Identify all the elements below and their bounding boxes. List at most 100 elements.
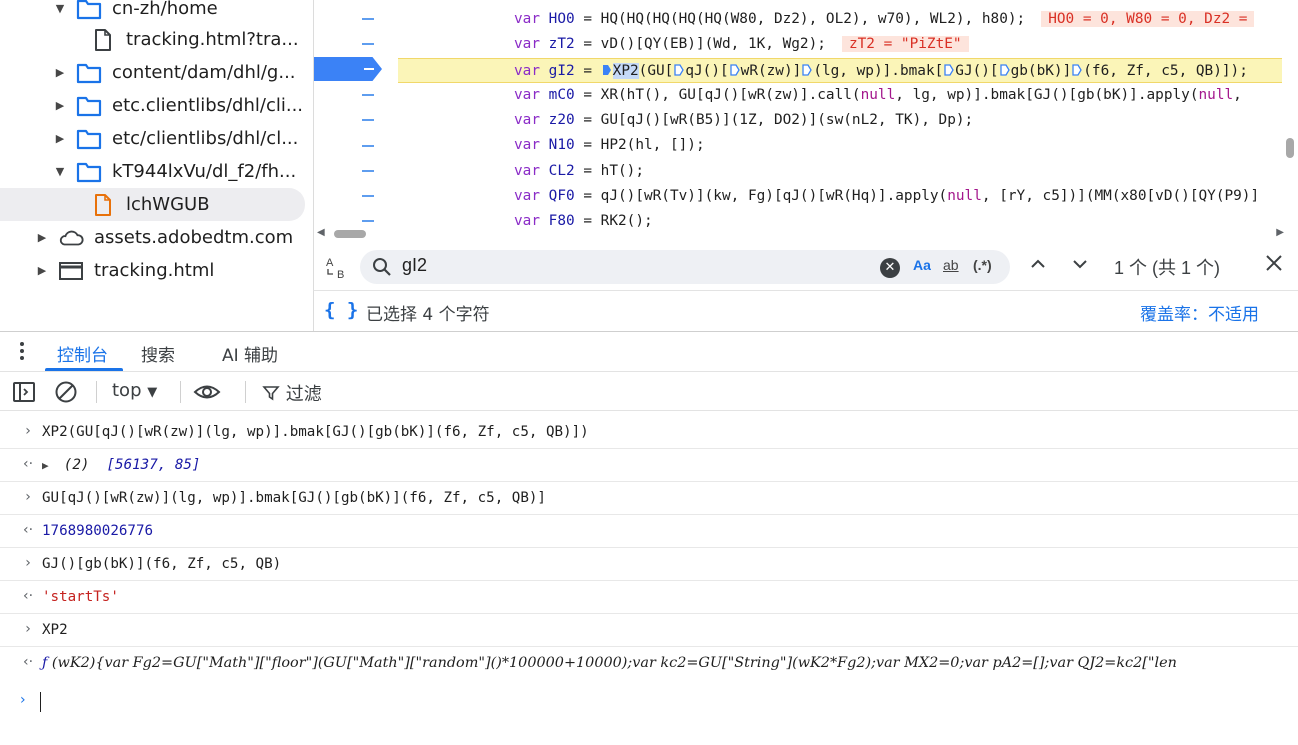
match-count: 1 个 (共 1 个) xyxy=(1114,258,1221,278)
function-source: (wK2){var Fg2=GU["Math"]["floor"](GU["Ma… xyxy=(47,655,1177,671)
expand-arrow-right-icon[interactable]: ▶ xyxy=(54,66,66,79)
search-input[interactable]: gI2 ✕ Aa ab (.*) xyxy=(360,250,1010,284)
dropdown-arrow-icon: ▼ xyxy=(147,385,158,400)
input-chevron-icon: › xyxy=(25,555,31,571)
vertical-scrollbar[interactable] xyxy=(1286,138,1294,158)
code-line[interactable]: var QF0 = qJ()[wR(Tv)](kw, Fg)[qJ()[wR(H… xyxy=(398,184,1282,209)
code-line[interactable]: var N10 = HP2(hl, []); xyxy=(398,133,1282,158)
tab-search[interactable]: 搜索 xyxy=(141,341,175,366)
filter-label: 过滤 xyxy=(285,384,322,405)
code-line[interactable]: var CL2 = hT(); xyxy=(398,159,1282,184)
scroll-right-icon[interactable]: ▶ xyxy=(1276,227,1284,238)
tree-item[interactable]: ▶ etc/clientlibs/dhl/cl... xyxy=(0,122,305,155)
tab-ai-assistance[interactable]: AI 辅助 xyxy=(222,341,278,366)
inline-value-badge: zT2 = "PiZtE" xyxy=(841,36,969,53)
identifier: gI2 xyxy=(548,62,575,79)
tree-item[interactable]: tracking.html?tra... xyxy=(0,23,305,56)
console-result-line[interactable]: ‹· ▶ (2) [56137, 85] xyxy=(0,449,1298,482)
console-result-line[interactable]: ‹· 'startTs' xyxy=(0,581,1298,614)
identifier: mC0 xyxy=(548,86,575,103)
code-lines[interactable]: var HO0 = HQ(HQ(HQ(HQ(HQ(W80, Dz2), OL2)… xyxy=(398,7,1282,235)
search-query[interactable]: gI2 xyxy=(402,255,427,276)
console-result-line[interactable]: ‹· 1768980026776 xyxy=(0,515,1298,548)
pretty-print-icon[interactable]: { } xyxy=(324,299,358,321)
context-selector[interactable]: top ▼ xyxy=(112,380,157,401)
svg-text:B: B xyxy=(337,269,344,280)
tree-item-label: etc/clientlibs/dhl/cl... xyxy=(112,128,299,149)
search-bar: A B gI2 ✕ Aa ab (.*) 1 个 (共 1 个) xyxy=(313,244,1298,290)
console-input-text: XP2(GU[qJ()[wR(zw)](lg, wp)].bmak[GJ()[g… xyxy=(42,424,589,440)
console-input-text: GU[qJ()[wR(zw)](lg, wp)].bmak[GJ()[gb(bK… xyxy=(42,490,546,506)
scrollbar-thumb[interactable] xyxy=(334,230,366,238)
match-case-button[interactable]: Aa xyxy=(913,257,931,273)
whole-word-button[interactable]: ab xyxy=(943,257,959,273)
expand-arrow-icon[interactable]: ▶ xyxy=(42,459,55,472)
drawer-menu-icon[interactable] xyxy=(20,342,24,363)
next-match-icon[interactable] xyxy=(1070,254,1090,279)
identifier: QF0 xyxy=(548,188,575,205)
console-input-line[interactable]: › XP2(GU[qJ()[wR(zw)](lg, wp)].bmak[GJ()… xyxy=(0,416,1298,449)
replace-toggle-icon[interactable]: A B xyxy=(324,254,350,281)
context-label: top xyxy=(112,380,142,401)
keyword: var xyxy=(514,162,540,179)
code-editor[interactable]: var HO0 = HQ(HQ(HQ(HQ(HQ(W80, Dz2), OL2)… xyxy=(313,0,1298,244)
console-result-line[interactable]: ‹· ƒ (wK2){var Fg2=GU["Math"]["floor"](G… xyxy=(0,647,1298,680)
console-input-caret[interactable] xyxy=(40,692,41,712)
array-result[interactable]: ▶ (2) [56137, 85] xyxy=(42,457,200,473)
console-input-line[interactable]: › GJ()[gb(bK)](f6, Zf, c5, QB) xyxy=(0,548,1298,581)
tree-item[interactable]: lchWGUB xyxy=(0,188,305,221)
frame-icon xyxy=(58,260,84,282)
tree-item[interactable]: ▶ etc.clientlibs/dhl/cli... xyxy=(0,89,305,122)
code-line[interactable]: var mC0 = XR(hT(), GU[qJ()[wR(zw)].call(… xyxy=(398,83,1282,108)
regex-button[interactable]: (.*) xyxy=(973,257,992,273)
gutter-marker[interactable] xyxy=(362,94,374,96)
line-gutter[interactable] xyxy=(314,0,398,232)
keyword: var xyxy=(514,112,540,129)
sources-file-tree: ▼ cn-zh/home tracking.html?tra... ▶ content/… xyxy=(0,0,311,331)
gutter-marker[interactable] xyxy=(362,43,374,45)
coverage-link[interactable]: 覆盖率：不适用 xyxy=(1140,300,1259,325)
breakpoint-marker[interactable] xyxy=(314,57,382,81)
identifier: z20 xyxy=(548,112,575,129)
scroll-left-icon[interactable]: ◀ xyxy=(317,227,325,238)
tab-console[interactable]: 控制台 xyxy=(57,341,108,366)
tree-item-label: kT944lxVu/dl_f2/fh... xyxy=(112,161,297,182)
code-line[interactable]: var z20 = GU[qJ()[wR(B5)](1Z, DO2)](sw(n… xyxy=(398,108,1282,133)
code-line[interactable]: var HO0 = HQ(HQ(HQ(HQ(HQ(W80, Dz2), OL2)… xyxy=(398,7,1282,32)
tree-item-label: cn-zh/home xyxy=(112,0,218,19)
previous-match-icon[interactable] xyxy=(1028,254,1048,279)
function-result[interactable]: ƒ (wK2){var Fg2=GU["Math"]["floor"](GU["… xyxy=(42,655,1177,671)
clear-search-icon[interactable]: ✕ xyxy=(880,258,900,278)
horizontal-scrollbar[interactable]: ◀ ▶ xyxy=(314,226,1284,242)
filter-icon xyxy=(262,386,280,401)
console-input-line[interactable]: › GU[qJ()[wR(zw)](lg, wp)].bmak[GJ()[gb(… xyxy=(0,482,1298,515)
expand-arrow-down-icon[interactable]: ▼ xyxy=(54,2,66,15)
live-expression-eye-icon[interactable] xyxy=(193,380,221,408)
console-input-line[interactable]: › XP2 xyxy=(0,614,1298,647)
expand-arrow-down-icon[interactable]: ▼ xyxy=(54,165,66,178)
tree-item[interactable]: ▶ assets.adobedtm.com xyxy=(0,221,305,254)
gutter-marker[interactable] xyxy=(362,220,374,222)
expand-arrow-right-icon[interactable]: ▶ xyxy=(54,99,66,112)
expand-arrow-right-icon[interactable]: ▶ xyxy=(54,132,66,145)
expand-arrow-right-icon[interactable]: ▶ xyxy=(36,264,48,277)
gutter-marker[interactable] xyxy=(362,145,374,147)
tree-item[interactable]: ▼ cn-zh/home xyxy=(0,0,305,25)
gutter-marker[interactable] xyxy=(362,195,374,197)
clear-console-icon[interactable] xyxy=(54,380,78,408)
gutter-marker[interactable] xyxy=(362,170,374,172)
paused-code-line[interactable]: var gI2 = XP2(GU[qJ()[wR(zw)] (lg, wp)].b… xyxy=(398,57,1282,83)
folder-icon xyxy=(76,161,102,183)
tree-item[interactable]: ▶ content/dam/dhl/g... xyxy=(0,56,305,89)
sidebar-toggle-icon[interactable] xyxy=(12,380,36,408)
expand-arrow-right-icon[interactable]: ▶ xyxy=(36,231,48,244)
code-line[interactable]: var zT2 = vD()[QY(EB)](Wd, 1K, Wg2); zT2 … xyxy=(398,32,1282,57)
close-search-icon[interactable] xyxy=(1264,253,1284,279)
selected-text[interactable]: XP2 xyxy=(612,62,639,79)
tree-item[interactable]: ▶ tracking.html xyxy=(0,254,305,287)
gutter-marker[interactable] xyxy=(362,18,374,20)
gutter-marker[interactable] xyxy=(362,119,374,121)
tree-item[interactable]: ▼ kT944lxVu/dl_f2/fh... xyxy=(0,155,305,188)
result-chevron-icon: ‹· xyxy=(22,588,34,604)
console-filter[interactable]: 过滤 xyxy=(262,380,322,406)
